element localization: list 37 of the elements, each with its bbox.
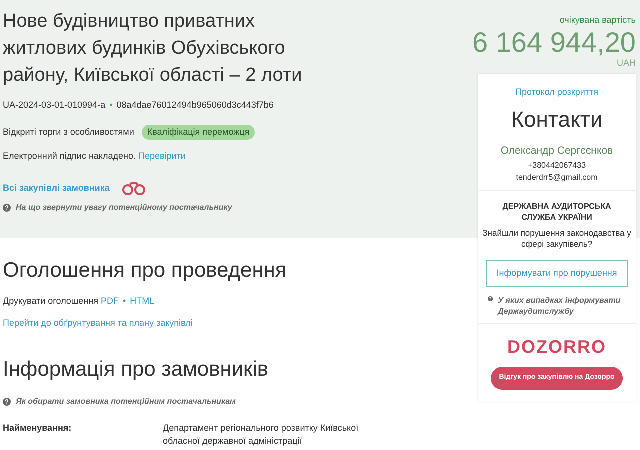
bullet: • [110,100,113,110]
section-heading: Інформація про замовників [3,356,270,382]
tender-hash: 08a4dae76012494b965060d3c443f7b6 [116,100,274,110]
procedure-type: Відкриті торги з особливостями [3,126,134,139]
verify-link[interactable]: Перевірити [138,151,186,161]
signature-text: Електронний підпис накладено. [3,151,136,161]
print-label: Друкувати оголошення [3,296,98,306]
contact-phone: +380442067433 [526,160,588,172]
tender-title: Нове будівництво приватних житлових будинків Обухівського району, Київської області – 2 лоти [3,10,304,88]
handcuffs-icon [122,182,146,196]
bullet: • [123,296,126,306]
field-value: Департамент регіонального розвитку Київської обласної державної адміністрації [163,422,360,448]
contact-name: Олександр Сергєєнков [500,144,614,159]
field-label: Найменування: [3,422,73,435]
protocol-link[interactable]: Протокол розкриття [515,86,599,96]
dozorro-logo: DOZORRO [506,336,608,360]
contacts-title: Контакти [510,106,604,134]
help-icon [488,295,494,304]
plan-link[interactable]: Перейти до обґрунтування та плану закупівлі [3,318,193,328]
hint-text[interactable]: Як обирати замовника потенційним постачальникам [16,396,236,408]
hint-text[interactable]: У яких випадках інформувати Держаудитслужбу [498,295,626,318]
status-badge: Кваліфікація переможця [142,124,255,140]
expected-amount: 6 164 944,20 [472,28,636,58]
audit-question: Знайшли порушення законодавства у сфері закупівель? [482,228,632,250]
print-link[interactable]: HTML [130,296,155,306]
contact-email: tenderdrr5@gmail.com [515,172,599,184]
expected-value-label: очікувана вартість [558,14,636,27]
section-heading: Оголошення про проведення [3,258,288,283]
currency-label: UAH [616,58,636,68]
print-link[interactable]: PDF [101,296,119,306]
help-icon [3,204,11,212]
report-violation-button[interactable]: Інформувати про порушення [486,260,628,288]
hint-text[interactable]: На що звернути увагу потенційному постачальнику [16,202,232,214]
help-icon [3,398,11,406]
audit-title: ДЕРЖАВНА АУДИТОРСЬКА СЛУЖБА УКРАЇНИ [502,200,612,223]
tender-id: UA-2024-03-01-010994-a [3,100,106,110]
all-purchases-link[interactable]: Всі закупівлі замовника [3,182,110,196]
